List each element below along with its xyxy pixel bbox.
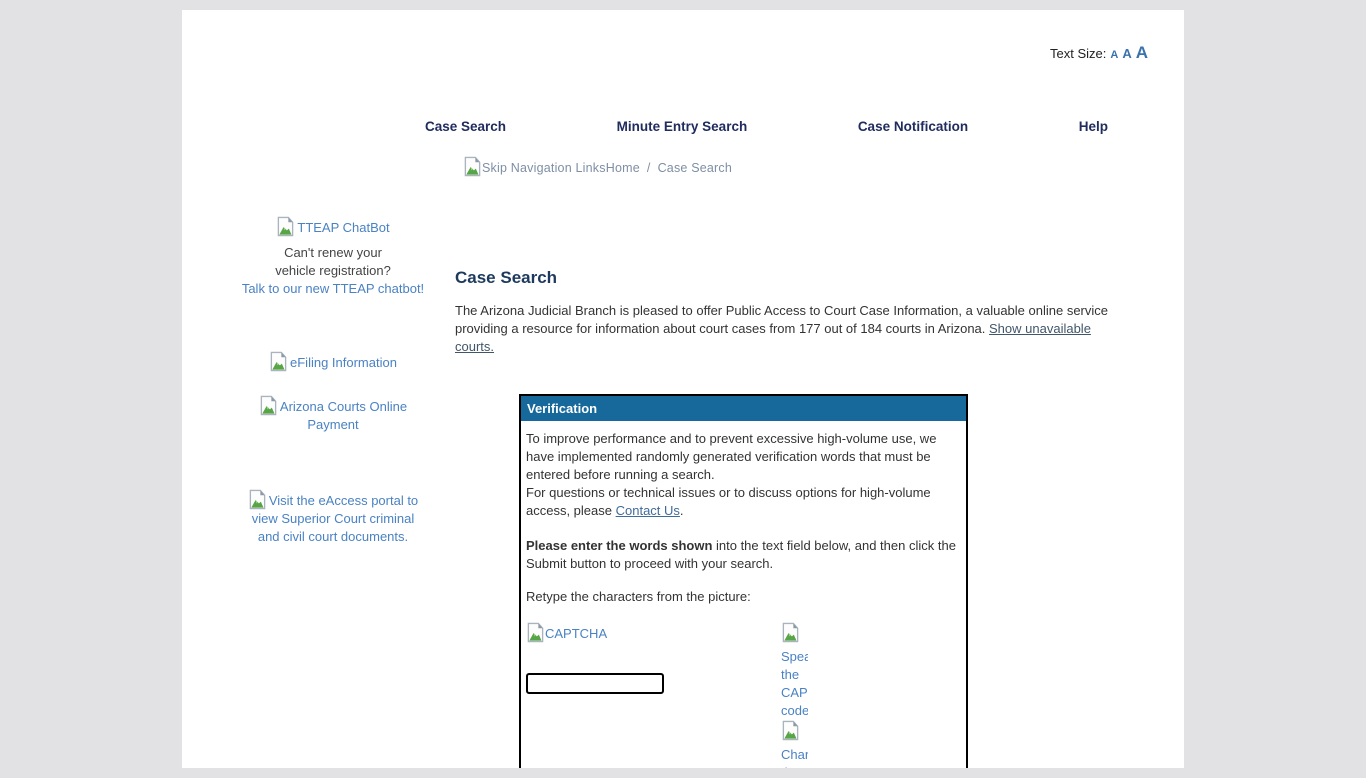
content-area: Text Size:AAA Case Search Minute Entry S… xyxy=(182,10,1184,768)
tteap-chatbot-link[interactable]: TTEAP ChatBot xyxy=(297,220,389,235)
nav-minute-entry-search[interactable]: Minute Entry Search xyxy=(617,119,748,134)
intro-paragraph: The Arizona Judicial Branch is pleased t… xyxy=(455,302,1131,356)
refresh-icon xyxy=(781,720,800,741)
broken-image-icon xyxy=(269,351,288,372)
broken-image-icon xyxy=(276,216,295,237)
broken-image-icon xyxy=(248,489,267,510)
captcha-image: CAPTCHA xyxy=(526,622,961,643)
main-navigation: Case Search Minute Entry Search Case Not… xyxy=(425,119,1108,134)
verification-instructions: Please enter the words shown into the te… xyxy=(526,537,961,573)
online-payment-link[interactable]: Arizona Courts Online Payment xyxy=(280,399,407,432)
nav-help[interactable]: Help xyxy=(1079,119,1108,134)
speak-captcha-link[interactable]: Speak the CAPTCHA code xyxy=(781,622,808,720)
breadcrumb-home-link[interactable]: Home xyxy=(606,161,640,175)
broken-image-icon xyxy=(526,622,545,643)
eaccess-portal-link[interactable]: Visit the eAccess portal to view Superio… xyxy=(252,493,418,544)
breadcrumb-separator: / xyxy=(647,161,651,175)
efiling-information-link[interactable]: eFiling Information xyxy=(290,355,397,370)
breadcrumb: Skip Navigation LinksHome / Case Search xyxy=(463,156,732,177)
text-size-medium-button[interactable]: A xyxy=(1122,46,1131,61)
captcha-aux-controls: Speak the CAPTCHA code Change the CAPTCH… xyxy=(781,622,808,768)
change-captcha-alt-text: Change the CAPTCHA code xyxy=(781,747,808,768)
nav-case-search[interactable]: Case Search xyxy=(425,119,506,134)
captcha-input[interactable] xyxy=(526,673,664,694)
verification-panel: Verification To improve performance and … xyxy=(519,394,968,768)
nav-case-notification[interactable]: Case Notification xyxy=(858,119,968,134)
broken-image-icon xyxy=(463,156,482,177)
sidebar-payment-block: Arizona Courts Online Payment xyxy=(240,395,426,434)
contact-us-link[interactable]: Contact Us xyxy=(616,503,680,518)
chatbot-text-line1: Can't renew your xyxy=(240,244,426,262)
text-size-large-button[interactable]: A xyxy=(1136,43,1148,62)
broken-image-icon xyxy=(259,395,278,416)
chatbot-text-line2: vehicle registration? xyxy=(240,262,426,280)
page-title: Case Search xyxy=(455,268,557,288)
verification-header: Verification xyxy=(521,396,966,421)
breadcrumb-current: Case Search xyxy=(658,161,732,175)
captcha-alt-text: CAPTCHA xyxy=(545,626,607,641)
verification-contact-period: . xyxy=(680,503,684,518)
tteap-chatbot-talk-link[interactable]: Talk to our new TTEAP chatbot! xyxy=(242,281,424,296)
sidebar-efiling-block: eFiling Information xyxy=(240,351,426,372)
retype-label: Retype the characters from the picture: xyxy=(526,588,961,606)
sidebar-eaccess-block: Visit the eAccess portal to view Superio… xyxy=(240,489,426,546)
captcha-section: CAPTCHA Speak the CAPTCHA code Change th… xyxy=(526,622,961,694)
verification-contact-text: For questions or technical issues or to … xyxy=(526,485,931,518)
change-captcha-link[interactable]: Change the CAPTCHA code xyxy=(781,720,808,768)
verification-notice: To improve performance and to prevent ex… xyxy=(526,430,961,520)
speak-captcha-alt-text: Speak the CAPTCHA code xyxy=(781,649,808,718)
text-size-small-button[interactable]: A xyxy=(1110,49,1118,61)
speaker-icon xyxy=(781,622,800,643)
sidebar-chatbot-block: TTEAP ChatBot Can't renew your vehicle r… xyxy=(240,216,426,298)
skip-navigation-link[interactable]: Skip Navigation Links xyxy=(482,161,606,175)
text-size-label: Text Size: xyxy=(1050,46,1106,61)
instructions-bold: Please enter the words shown xyxy=(526,538,712,553)
verification-notice-text: To improve performance and to prevent ex… xyxy=(526,431,936,482)
text-size-control: Text Size:AAA xyxy=(1050,43,1148,63)
